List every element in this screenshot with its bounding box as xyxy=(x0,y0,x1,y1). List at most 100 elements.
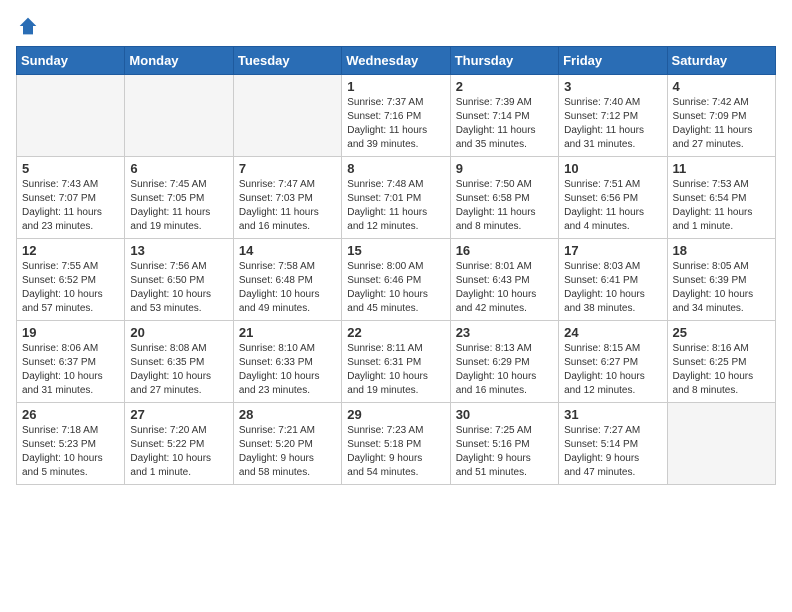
calendar-header-row: SundayMondayTuesdayWednesdayThursdayFrid… xyxy=(17,47,776,75)
day-number: 4 xyxy=(673,79,770,94)
day-info: Sunrise: 7:37 AM Sunset: 7:16 PM Dayligh… xyxy=(347,96,444,152)
header-thursday: Thursday xyxy=(450,47,558,75)
calendar-week-row: 5Sunrise: 7:43 AM Sunset: 7:07 PM Daylig… xyxy=(17,157,776,239)
calendar-cell: 13 Sunrise: 7:56 AM Sunset: 6:50 PM Dayli… xyxy=(125,239,233,321)
day-info: Sunrise: 8:05 AM Sunset: 6:39 PM Dayligh… xyxy=(673,260,770,316)
logo xyxy=(16,16,38,36)
day-number: 17 xyxy=(564,243,661,258)
calendar-table: SundayMondayTuesdayWednesdayThursdayFrid… xyxy=(16,46,776,485)
calendar-cell: 14Sunrise: 7:58 AM Sunset: 6:48 PM Dayli… xyxy=(233,239,341,321)
day-number: 28 xyxy=(239,407,336,422)
day-info: Sunrise: 7:20 AM Sunset: 5:22 PM Dayligh… xyxy=(130,424,227,480)
day-number: 18 xyxy=(673,243,770,258)
calendar-cell xyxy=(125,75,233,157)
calendar-cell: 7 Sunrise: 7:47 AM Sunset: 7:03 PM Daylig… xyxy=(233,157,341,239)
day-info: Sunrise: 8:15 AM Sunset: 6:27 PM Dayligh… xyxy=(564,342,661,398)
day-number: 12 xyxy=(22,243,119,258)
day-number: 15 xyxy=(347,243,444,258)
header-tuesday: Tuesday xyxy=(233,47,341,75)
day-number: 26 xyxy=(22,407,119,422)
day-number: 23 xyxy=(456,325,553,340)
day-number: 13 xyxy=(130,243,227,258)
calendar-cell: 1 Sunrise: 7:37 AM Sunset: 7:16 PM Daylig… xyxy=(342,75,450,157)
day-info: Sunrise: 8:13 AM Sunset: 6:29 PM Dayligh… xyxy=(456,342,553,398)
calendar-week-row: 26 Sunrise: 7:18 AM Sunset: 5:23 PM Dayli… xyxy=(17,403,776,485)
calendar-cell: 28 Sunrise: 7:21 AM Sunset: 5:20 PM Dayli… xyxy=(233,403,341,485)
day-info: Sunrise: 7:39 AM Sunset: 7:14 PM Dayligh… xyxy=(456,96,553,152)
calendar-cell: 25Sunrise: 8:16 AM Sunset: 6:25 PM Dayli… xyxy=(667,321,775,403)
day-number: 6 xyxy=(130,161,227,176)
day-number: 3 xyxy=(564,79,661,94)
calendar-cell: 6 Sunrise: 7:45 AM Sunset: 7:05 PM Daylig… xyxy=(125,157,233,239)
calendar-cell: 21Sunrise: 8:10 AM Sunset: 6:33 PM Dayli… xyxy=(233,321,341,403)
day-info: Sunrise: 7:51 AM Sunset: 6:56 PM Dayligh… xyxy=(564,178,661,234)
day-number: 10 xyxy=(564,161,661,176)
day-info: Sunrise: 7:53 AM Sunset: 6:54 PM Dayligh… xyxy=(673,178,770,234)
day-info: Sunrise: 8:01 AM Sunset: 6:43 PM Dayligh… xyxy=(456,260,553,316)
calendar-cell: 16 Sunrise: 8:01 AM Sunset: 6:43 PM Dayli… xyxy=(450,239,558,321)
calendar-cell xyxy=(17,75,125,157)
calendar-cell: 4 Sunrise: 7:42 AM Sunset: 7:09 PM Daylig… xyxy=(667,75,775,157)
calendar-cell: 19 Sunrise: 8:06 AM Sunset: 6:37 PM Dayli… xyxy=(17,321,125,403)
calendar-cell: 26 Sunrise: 7:18 AM Sunset: 5:23 PM Dayli… xyxy=(17,403,125,485)
calendar-cell: 30 Sunrise: 7:25 AM Sunset: 5:16 PM Dayli… xyxy=(450,403,558,485)
day-number: 27 xyxy=(130,407,227,422)
day-number: 29 xyxy=(347,407,444,422)
header-monday: Monday xyxy=(125,47,233,75)
day-info: Sunrise: 7:40 AM Sunset: 7:12 PM Dayligh… xyxy=(564,96,661,152)
day-number: 16 xyxy=(456,243,553,258)
day-info: Sunrise: 7:48 AM Sunset: 7:01 PM Dayligh… xyxy=(347,178,444,234)
calendar-cell: 23 Sunrise: 8:13 AM Sunset: 6:29 PM Dayli… xyxy=(450,321,558,403)
calendar-cell: 5Sunrise: 7:43 AM Sunset: 7:07 PM Daylig… xyxy=(17,157,125,239)
calendar-cell xyxy=(667,403,775,485)
logo-icon xyxy=(18,16,38,36)
day-info: Sunrise: 7:50 AM Sunset: 6:58 PM Dayligh… xyxy=(456,178,553,234)
header-sunday: Sunday xyxy=(17,47,125,75)
day-number: 22 xyxy=(347,325,444,340)
header-friday: Friday xyxy=(559,47,667,75)
day-info: Sunrise: 7:45 AM Sunset: 7:05 PM Dayligh… xyxy=(130,178,227,234)
day-number: 31 xyxy=(564,407,661,422)
calendar-week-row: 19 Sunrise: 8:06 AM Sunset: 6:37 PM Dayli… xyxy=(17,321,776,403)
day-info: Sunrise: 7:58 AM Sunset: 6:48 PM Dayligh… xyxy=(239,260,336,316)
calendar-cell: 11Sunrise: 7:53 AM Sunset: 6:54 PM Dayli… xyxy=(667,157,775,239)
day-info: Sunrise: 7:55 AM Sunset: 6:52 PM Dayligh… xyxy=(22,260,119,316)
calendar-week-row: 1 Sunrise: 7:37 AM Sunset: 7:16 PM Daylig… xyxy=(17,75,776,157)
day-info: Sunrise: 7:27 AM Sunset: 5:14 PM Dayligh… xyxy=(564,424,661,480)
day-info: Sunrise: 7:25 AM Sunset: 5:16 PM Dayligh… xyxy=(456,424,553,480)
calendar-cell: 3 Sunrise: 7:40 AM Sunset: 7:12 PM Daylig… xyxy=(559,75,667,157)
day-info: Sunrise: 7:21 AM Sunset: 5:20 PM Dayligh… xyxy=(239,424,336,480)
calendar-cell: 27 Sunrise: 7:20 AM Sunset: 5:22 PM Dayli… xyxy=(125,403,233,485)
day-number: 9 xyxy=(456,161,553,176)
day-info: Sunrise: 7:47 AM Sunset: 7:03 PM Dayligh… xyxy=(239,178,336,234)
calendar-cell: 22 Sunrise: 8:11 AM Sunset: 6:31 PM Dayli… xyxy=(342,321,450,403)
day-info: Sunrise: 7:43 AM Sunset: 7:07 PM Dayligh… xyxy=(22,178,119,234)
calendar-cell: 10 Sunrise: 7:51 AM Sunset: 6:56 PM Dayli… xyxy=(559,157,667,239)
day-info: Sunrise: 8:08 AM Sunset: 6:35 PM Dayligh… xyxy=(130,342,227,398)
day-number: 19 xyxy=(22,325,119,340)
day-number: 30 xyxy=(456,407,553,422)
calendar-cell: 15 Sunrise: 8:00 AM Sunset: 6:46 PM Dayli… xyxy=(342,239,450,321)
day-info: Sunrise: 8:00 AM Sunset: 6:46 PM Dayligh… xyxy=(347,260,444,316)
calendar-week-row: 12 Sunrise: 7:55 AM Sunset: 6:52 PM Dayli… xyxy=(17,239,776,321)
day-number: 7 xyxy=(239,161,336,176)
day-number: 2 xyxy=(456,79,553,94)
calendar-cell: 17Sunrise: 8:03 AM Sunset: 6:41 PM Dayli… xyxy=(559,239,667,321)
calendar-cell: 2 Sunrise: 7:39 AM Sunset: 7:14 PM Daylig… xyxy=(450,75,558,157)
calendar-cell: 9 Sunrise: 7:50 AM Sunset: 6:58 PM Daylig… xyxy=(450,157,558,239)
day-info: Sunrise: 8:11 AM Sunset: 6:31 PM Dayligh… xyxy=(347,342,444,398)
calendar-cell: 24Sunrise: 8:15 AM Sunset: 6:27 PM Dayli… xyxy=(559,321,667,403)
calendar-cell xyxy=(233,75,341,157)
day-info: Sunrise: 7:23 AM Sunset: 5:18 PM Dayligh… xyxy=(347,424,444,480)
calendar-cell: 8Sunrise: 7:48 AM Sunset: 7:01 PM Daylig… xyxy=(342,157,450,239)
day-info: Sunrise: 7:56 AM Sunset: 6:50 PM Dayligh… xyxy=(130,260,227,316)
day-info: Sunrise: 8:10 AM Sunset: 6:33 PM Dayligh… xyxy=(239,342,336,398)
day-number: 1 xyxy=(347,79,444,94)
day-info: Sunrise: 8:06 AM Sunset: 6:37 PM Dayligh… xyxy=(22,342,119,398)
day-info: Sunrise: 7:18 AM Sunset: 5:23 PM Dayligh… xyxy=(22,424,119,480)
page-header xyxy=(16,16,776,36)
calendar-cell: 31 Sunrise: 7:27 AM Sunset: 5:14 PM Dayli… xyxy=(559,403,667,485)
header-saturday: Saturday xyxy=(667,47,775,75)
calendar-cell: 12 Sunrise: 7:55 AM Sunset: 6:52 PM Dayli… xyxy=(17,239,125,321)
day-info: Sunrise: 7:42 AM Sunset: 7:09 PM Dayligh… xyxy=(673,96,770,152)
